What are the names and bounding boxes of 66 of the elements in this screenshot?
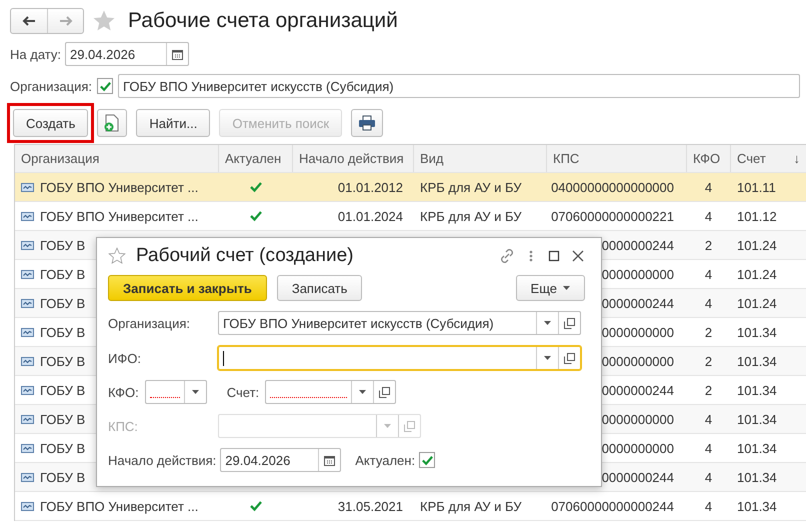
table-cell: ГОБУ В (40, 324, 86, 340)
table-cell: 4 (704, 440, 712, 456)
table-cell: 0000000244 (602, 382, 674, 398)
table-cell: 0000000244 (602, 238, 674, 252)
table-cell: ГОБУ В (40, 470, 86, 484)
table-cell: ГОБУ ВПО Университет ... (40, 498, 198, 514)
table-cell: 101.12 (737, 208, 777, 224)
kps-label: КПС: (108, 418, 139, 434)
table-cell: 01.01.2012 (338, 180, 403, 194)
table-cell: 0000000000 (602, 324, 674, 340)
table-cell: 101.24 (737, 296, 777, 310)
table-cell: ГОБУ В (40, 412, 86, 426)
sort-indicator: ↓ (794, 151, 800, 166)
table-cell: 07060000000000244 (551, 498, 674, 514)
table-cell: ГОБУ ВПО Университет ... (40, 208, 198, 224)
table-cell: ГОБУ В (40, 354, 86, 368)
table-cell: 0000000000 (602, 354, 674, 368)
table-cell: 4 (704, 470, 712, 484)
table-cell: 101.34 (737, 412, 777, 426)
start-date-label: Начало действия: (108, 452, 216, 468)
table-cell: 4 (704, 208, 712, 224)
table-cell: 2 (704, 324, 712, 340)
table-cell: 07060000000000221 (551, 208, 674, 224)
table-cell: 2 (704, 382, 712, 398)
table-cell: 101.34 (737, 382, 777, 398)
table-cell: 101.34 (737, 324, 777, 340)
table-cell: КРБ для АУ и БУ (420, 180, 522, 194)
table-cell: КРБ для АУ и БУ (420, 498, 522, 514)
organization-label: Организация: (108, 316, 192, 330)
table-cell: ГОБУ ВПО Университет ... (40, 180, 198, 194)
table-cell: 4 (704, 296, 712, 310)
table-cell: 101.24 (737, 266, 777, 282)
table-cell: 2 (704, 354, 712, 368)
table-cell: 0000000244 (602, 296, 674, 310)
kfo-label: КФО: (108, 384, 139, 400)
organization-label: Организация: (10, 78, 92, 94)
table-cell: 101.34 (737, 354, 777, 368)
table-cell: 0000000000 (602, 412, 674, 426)
table-cell: 101.34 (737, 470, 777, 484)
table-cell: ГОБУ В (40, 266, 86, 282)
account-label: Счет: (226, 384, 260, 400)
table-cell: 101.11 (737, 180, 776, 194)
table-cell: ГОБУ В (40, 440, 86, 456)
window-title: Рабочие счета организаций (128, 9, 398, 33)
active-label: Актуален: (355, 452, 416, 468)
table-cell: 0000000000 (602, 266, 674, 282)
table-cell: 101.34 (737, 440, 777, 456)
table-cell: 0000000000 (602, 440, 674, 456)
table-cell: 0000000244 (602, 470, 674, 484)
table-cell: 4 (704, 180, 712, 194)
table-cell: 31.05.2021 (338, 498, 403, 514)
table-cell: КРБ для АУ и БУ (420, 208, 522, 224)
table-cell: 04000000000000000 (551, 180, 674, 194)
table-cell: ГОБУ В (40, 238, 86, 252)
table-cell: 101.34 (737, 498, 777, 514)
table-cell: 101.24 (737, 238, 777, 252)
table-cell: 01.01.2024 (338, 208, 403, 224)
table-cell: ГОБУ В (40, 296, 86, 310)
table-cell: 4 (704, 266, 712, 282)
date-label: На дату: (10, 46, 61, 62)
table-cell: ГОБУ В (40, 382, 86, 398)
table-cell: 4 (704, 412, 712, 426)
table-cell: 4 (704, 498, 712, 514)
ifo-label: ИФО: (108, 350, 142, 366)
table-cell: 2 (704, 238, 712, 252)
dialog-title: Рабочий счет (создание) (136, 245, 354, 267)
